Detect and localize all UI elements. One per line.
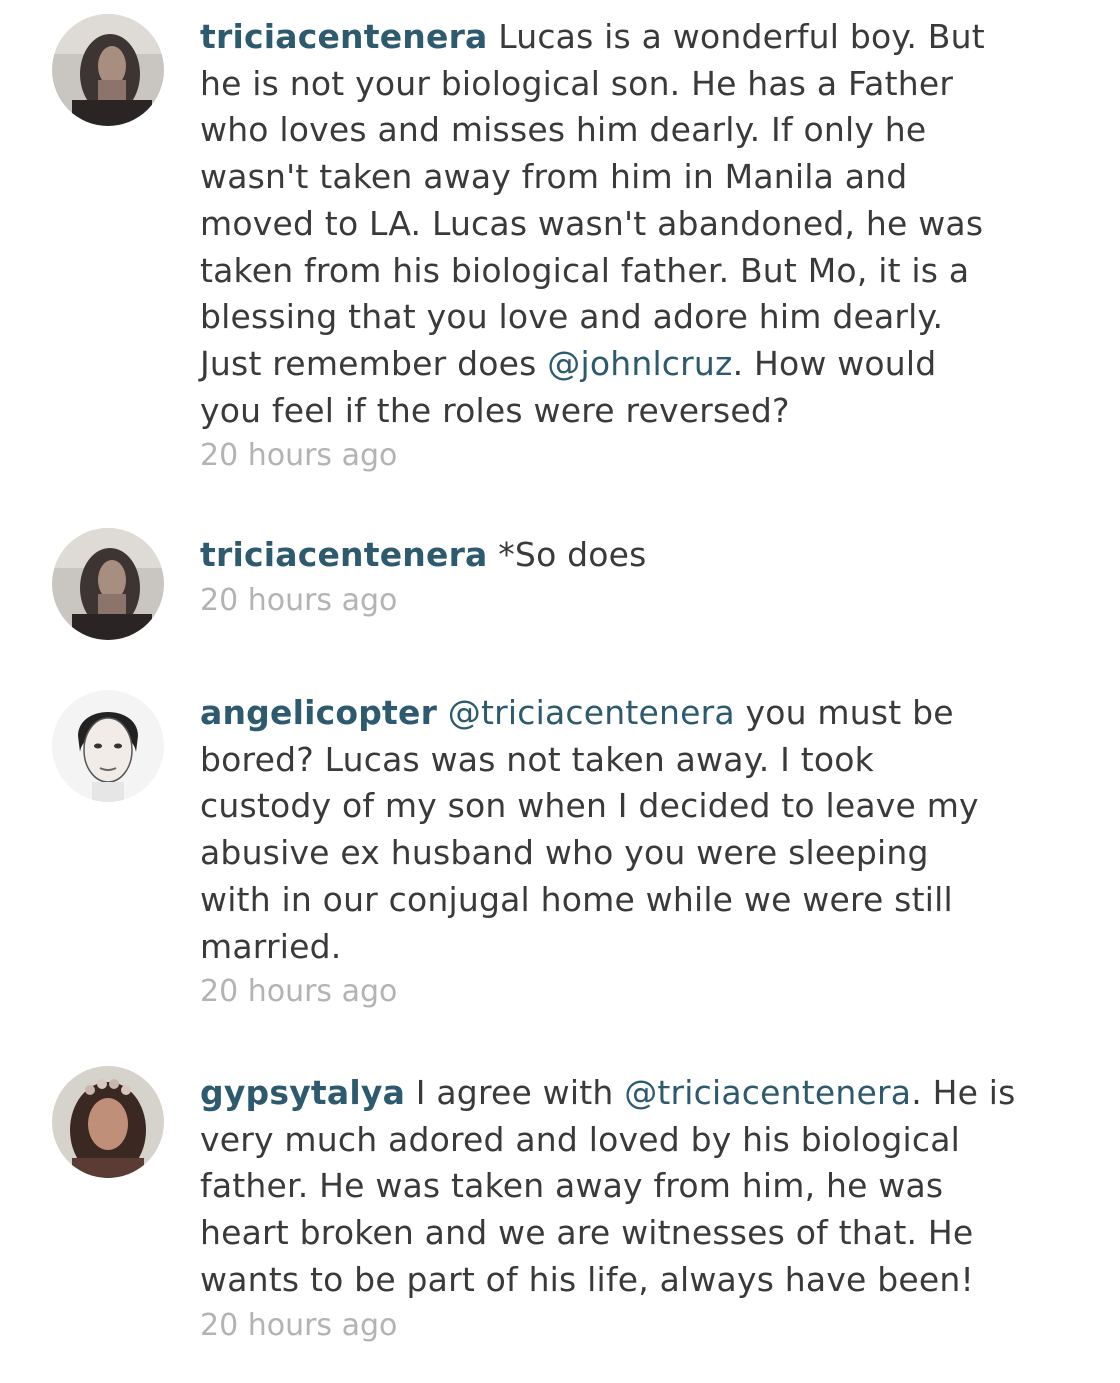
comment-text-run: married. (200, 926, 342, 966)
comment-text-run: Just remember does (200, 343, 548, 383)
avatar[interactable] (52, 14, 164, 126)
comment-text-run: moved to LA. Lucas wasn't abandoned, he … (200, 203, 984, 243)
comment-line: angelicopter @triciacentenera you must b… (200, 690, 1030, 737)
comment-line: gypsytalya I agree with @triciacentenera… (200, 1070, 1030, 1117)
timestamp: 20 hours ago (200, 1307, 398, 1343)
comment-line: wants to be part of his life, always hav… (200, 1257, 1030, 1304)
comment-line: triciacentenera Lucas is a wonderful boy… (200, 14, 1030, 61)
comment-text-run: very much adored and loved by his biolog… (200, 1119, 961, 1159)
avatar[interactable] (52, 690, 164, 802)
comment-line: moved to LA. Lucas wasn't abandoned, he … (200, 201, 1030, 248)
mention-link[interactable]: @triciacentenera (624, 1073, 911, 1112)
username-link[interactable]: gypsytalya (200, 1073, 405, 1112)
comment-text-run: heart broken and we are witnesses of tha… (200, 1213, 974, 1253)
comment-text-run: you feel if the roles were reversed? (200, 390, 790, 430)
comment-line: wasn't taken away from him in Manila and (200, 154, 1030, 201)
comment-line: married. (200, 924, 1030, 971)
avatar[interactable] (52, 1066, 164, 1178)
username-link[interactable]: angelicopter (200, 693, 437, 732)
comment-line: heart broken and we are witnesses of tha… (200, 1210, 1030, 1257)
comment-text-run: wasn't taken away from him in Manila and (200, 157, 908, 197)
comment-line: blessing that you love and adore him dea… (200, 294, 1030, 341)
mention-link[interactable]: @johnlcruz (547, 344, 732, 383)
comment-text-run: blessing that you love and adore him dea… (200, 297, 944, 337)
comment-line: abusive ex husband who you were sleeping (200, 830, 1030, 877)
comment-line: with in our conjugal home while we were … (200, 877, 1030, 924)
comment-text: angelicopter @triciacentenera you must b… (200, 690, 1030, 970)
comment-line: taken from his biological father. But Mo… (200, 248, 1030, 295)
comment-text-run: . How would (732, 343, 937, 383)
comment-text-run: custody of my son when I decided to leav… (200, 786, 979, 826)
comment-text-run: father. He was taken away from him, he w… (200, 1166, 944, 1206)
comment-text-run: you must be (734, 693, 954, 732)
avatar[interactable] (52, 528, 164, 640)
comment-text-run: . He is (911, 1073, 1016, 1112)
comment-line: triciacentenera *So does (200, 532, 1030, 579)
comment-text-run: *So does (498, 535, 647, 574)
comment-text-run: with in our conjugal home while we were … (200, 879, 953, 919)
user-avatar-icon (52, 528, 164, 640)
comment-line: you feel if the roles were reversed? (200, 388, 1030, 435)
user-avatar-icon (52, 1066, 164, 1178)
username-link[interactable]: triciacentenera (200, 17, 488, 56)
comment-text-run: who loves and misses him dearly. If only… (200, 110, 927, 150)
timestamp: 20 hours ago (200, 438, 398, 474)
comment-text-run: I agree with (415, 1073, 625, 1112)
username-link[interactable]: triciacentenera (200, 535, 488, 574)
comment-line: bored? Lucas was not taken away. I took (200, 737, 1030, 784)
mention-link[interactable]: @triciacentenera (448, 693, 735, 732)
comment-text-run: Lucas is a wonderful boy. But (498, 17, 985, 56)
comment-text-run: taken from his biological father. But Mo… (200, 250, 970, 290)
comment-text-run: abusive ex husband who you were sleeping (200, 833, 929, 873)
comment-line: father. He was taken away from him, he w… (200, 1163, 1030, 1210)
timestamp: 20 hours ago (200, 582, 398, 618)
comment-line: he is not your biological son. He has a … (200, 61, 1030, 108)
comment-line: very much adored and loved by his biolog… (200, 1117, 1030, 1164)
comment-line: custody of my son when I decided to leav… (200, 783, 1030, 830)
user-avatar-icon (52, 690, 164, 802)
comment-text: gypsytalya I agree with @triciacentenera… (200, 1070, 1030, 1304)
comment-line: who loves and misses him dearly. If only… (200, 107, 1030, 154)
comment-text-run: he is not your biological son. He has a … (200, 63, 954, 103)
comment-text-run: wants to be part of his life, always hav… (200, 1259, 974, 1299)
comment-line: Just remember does @johnlcruz. How would (200, 341, 1030, 388)
comment-text-run: bored? Lucas was not taken away. I took (200, 739, 874, 779)
comment-text: triciacentenera Lucas is a wonderful boy… (200, 14, 1030, 434)
user-avatar-icon (52, 14, 164, 126)
comment-text: triciacentenera *So does (200, 532, 1030, 579)
timestamp: 20 hours ago (200, 974, 398, 1010)
